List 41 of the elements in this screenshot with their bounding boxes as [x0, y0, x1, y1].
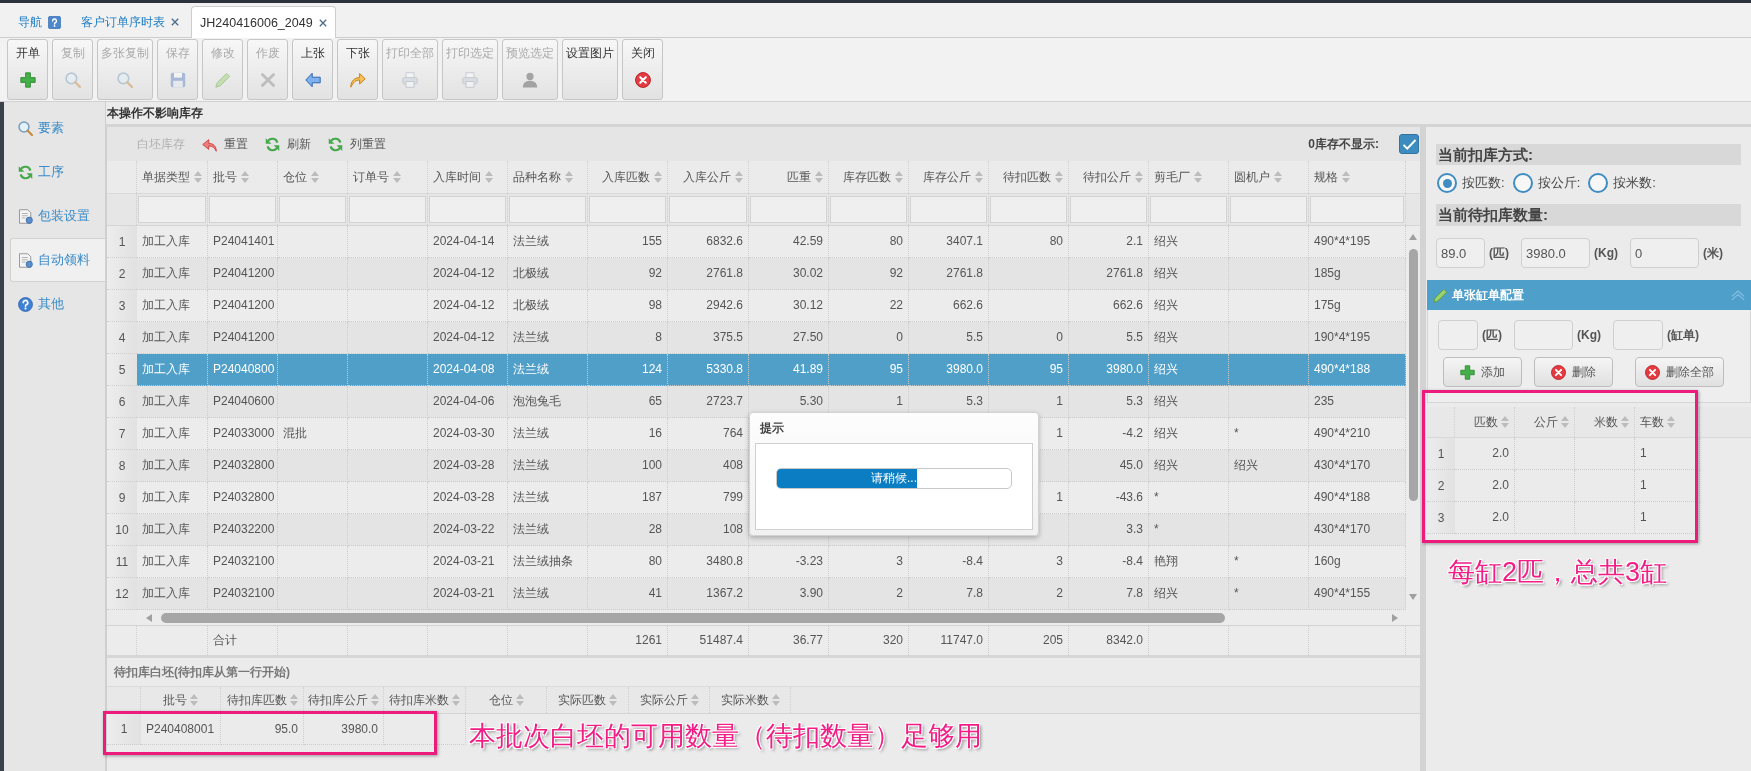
table-cell: 2.0: [1455, 438, 1515, 470]
annotation-text: 本批次白坯的可用数量（待扣数量）足够用: [469, 720, 982, 753]
row-number: 10: [107, 514, 137, 546]
zero-stock-label: 0库存不显示:: [1308, 135, 1379, 153]
annotation-text: 每缸2匹，总共3缸: [1448, 556, 1668, 589]
row-number: 3: [1427, 502, 1455, 534]
unit-label: (缸单): [1667, 326, 1699, 344]
section-title: 当前扣库方式:: [1438, 146, 1533, 163]
row-number: 1: [107, 714, 141, 745]
panel-title: 单张缸单配置: [1452, 286, 1524, 304]
section-title: 当前待扣库数量:: [1438, 206, 1548, 223]
row-number: 8: [107, 450, 137, 482]
table-cell: 2.0: [1455, 502, 1515, 534]
row-number: 1: [107, 226, 137, 258]
row-number: 9: [107, 482, 137, 514]
row-number: 12: [107, 578, 137, 610]
notice-text: 本操作不影响库存: [107, 104, 203, 122]
unit-label: (匹): [1489, 244, 1509, 262]
table-cell: 1: [1635, 502, 1700, 534]
row-number: 3: [107, 290, 137, 322]
unit-label: (匹): [1482, 326, 1502, 344]
row-number: 1: [1427, 438, 1455, 470]
row-number: 7: [107, 418, 137, 450]
row-number: 5: [107, 354, 137, 386]
dialog-title: 提示: [760, 419, 784, 437]
table-cell: P240408001: [141, 714, 221, 745]
unit-label: (Kg): [1577, 328, 1601, 342]
unit-label: (Kg): [1594, 246, 1618, 260]
row-number: 2: [1427, 470, 1455, 502]
row-number: 2: [107, 258, 137, 290]
progress-text: 请稍候...: [871, 470, 917, 487]
table-cell: 1: [1635, 470, 1700, 502]
table-cell: 1: [1635, 438, 1700, 470]
table-cell: 2.0: [1455, 470, 1515, 502]
table-cell: 3980.0: [304, 714, 384, 745]
row-number: 6: [107, 386, 137, 418]
section-title: 待扣库白坯(待扣库从第一行开始): [114, 663, 290, 681]
row-number: 4: [107, 322, 137, 354]
table-cell: 95.0: [221, 714, 304, 745]
row-number: 11: [107, 546, 137, 578]
unit-label: (米): [1703, 244, 1723, 262]
